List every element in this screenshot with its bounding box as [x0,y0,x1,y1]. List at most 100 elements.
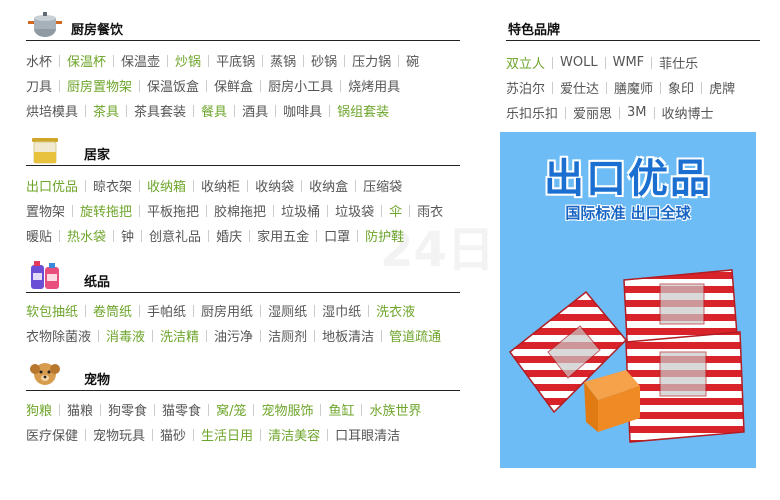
category-link[interactable]: 窝/笼 [216,400,246,419]
category-link[interactable]: 蒸锅 [270,51,296,70]
category-link[interactable]: 保温壶 [121,51,160,70]
category-link[interactable]: 苏泊尔 [506,78,545,97]
category-link[interactable]: 压力锅 [352,51,391,70]
category-link[interactable]: 狗零食 [108,400,147,419]
category-link[interactable]: 家用五金 [257,226,309,245]
link-separator [314,304,316,317]
category-link[interactable]: 膳魔师 [614,78,653,97]
category-link[interactable]: 保鲜盒 [214,76,253,95]
category-link[interactable]: 水族世界 [369,400,421,419]
category-link[interactable]: 出口优品 [26,176,78,195]
category-link[interactable]: 保温饭盒 [147,76,199,95]
category-link[interactable]: 消毒液 [106,326,145,345]
category-link[interactable]: WOLL [560,55,598,70]
category-link[interactable]: 猫砂 [160,425,186,444]
link-separator [381,204,383,217]
category-link[interactable]: 宠物玩具 [93,425,145,444]
promo-banner[interactable]: 出口优品 国际标准 出口全球 [500,132,756,468]
category-link[interactable]: 生活日用 [201,425,253,444]
category-link[interactable]: 热水袋 [67,226,106,245]
category-link[interactable]: 厨房置物架 [67,76,132,95]
category-link[interactable]: 手帕纸 [147,301,186,320]
category-link[interactable]: 医疗保健 [26,425,78,444]
category-link[interactable]: 口罩 [324,226,350,245]
category-link[interactable]: 洗洁精 [160,326,199,345]
category-link[interactable]: 虎牌 [709,78,735,97]
category-link[interactable]: 伞 [389,201,402,220]
category-link[interactable]: 收纳盒 [309,176,348,195]
category-link[interactable]: 创意礼品 [149,226,201,245]
link-separator [253,403,255,416]
category-link[interactable]: 爱丽思 [573,103,612,122]
category-link[interactable]: 爱仕达 [560,78,599,97]
category-link[interactable]: 清洁美容 [268,425,320,444]
link-separator [301,179,303,192]
category-link[interactable]: 垃圾袋 [335,201,374,220]
category-link[interactable]: 茶具 [93,101,119,120]
category-link[interactable]: 狗粮 [26,400,52,419]
category-link[interactable]: 旋转拖把 [80,201,132,220]
category-link[interactable]: 暖贴 [26,226,52,245]
category-link[interactable]: 口耳眼清洁 [335,425,400,444]
category-link[interactable]: 收纳箱 [147,176,186,195]
category-link[interactable]: WMF [613,55,645,70]
category-link[interactable]: 炒锅 [175,51,201,70]
category-link[interactable]: 收纳柜 [201,176,240,195]
link-separator [344,54,346,67]
category-link[interactable]: 晾衣架 [93,176,132,195]
category-link[interactable]: 洁厕剂 [268,326,307,345]
link-separator [113,229,115,242]
category-link[interactable]: 收纳袋 [255,176,294,195]
category-link[interactable]: 收纳博士 [662,103,714,122]
category-link[interactable]: 乐扣乐扣 [506,103,558,122]
category-link[interactable]: 烧烤用具 [348,76,400,95]
link-separator [59,54,61,67]
link-separator [206,204,208,217]
category-link[interactable]: 酒具 [242,101,268,120]
category-link[interactable]: 雨衣 [417,201,443,220]
category-link[interactable]: 平底锅 [216,51,255,70]
category-link[interactable]: 洗衣液 [376,301,415,320]
category-link[interactable]: 卷筒纸 [93,301,132,320]
category-link[interactable]: 菲仕乐 [659,53,698,72]
category-link[interactable]: 防护鞋 [365,226,404,245]
category-link[interactable]: 宠物服饰 [261,400,313,419]
category-link[interactable]: 水杯 [26,51,52,70]
category-link[interactable]: 平板拖把 [147,201,199,220]
category-link[interactable]: 湿厕纸 [268,301,307,320]
category-link[interactable]: 油污净 [214,326,253,345]
category-link[interactable]: 烘培模具 [26,101,78,120]
category-link[interactable]: 双立人 [506,53,545,72]
link-separator [85,304,87,317]
category-link[interactable]: 锅组套装 [337,101,389,120]
category-link[interactable]: 猫零食 [162,400,201,419]
category-link[interactable]: 置物架 [26,201,65,220]
category-link[interactable]: 湿巾纸 [322,301,361,320]
category-link[interactable]: 厨房用纸 [201,301,253,320]
category-link[interactable]: 婚庆 [216,226,242,245]
category-link[interactable]: 胶棉拖把 [214,201,266,220]
link-row: 置物架 旋转拖把 平板拖把 胶棉拖把 垃圾桶 垃圾袋伞雨衣 [26,198,460,223]
category-link[interactable]: 压缩袋 [363,176,402,195]
category-link[interactable]: 餐具 [201,101,227,120]
category-link[interactable]: 垃圾桶 [281,201,320,220]
category-link[interactable]: 茶具套装 [134,101,186,120]
link-separator [260,428,262,441]
category-link[interactable]: 钟 [121,226,134,245]
category-link[interactable]: 砂锅 [311,51,337,70]
category-link[interactable]: 3M [627,105,647,120]
category-link[interactable]: 刀具 [26,76,52,95]
category-link[interactable]: 象印 [668,78,694,97]
category-link[interactable]: 衣物除菌液 [26,326,91,345]
category-link[interactable]: 猫粮 [67,400,93,419]
category-link[interactable]: 地板清洁 [322,326,374,345]
category-link[interactable]: 管道疏通 [389,326,441,345]
category-link[interactable]: 软包抽纸 [26,301,78,320]
category-link[interactable]: 鱼缸 [328,400,354,419]
link-row: 衣物除菌液 消毒液 洗洁精 油污净 洁厕剂 地板清洁 管道疏通 [26,323,460,348]
category-link[interactable]: 保温杯 [67,51,106,70]
category-link[interactable]: 碗 [406,51,419,70]
category-link[interactable]: 咖啡具 [283,101,322,120]
category-link[interactable]: 厨房小工具 [268,76,333,95]
link-separator [59,229,61,242]
